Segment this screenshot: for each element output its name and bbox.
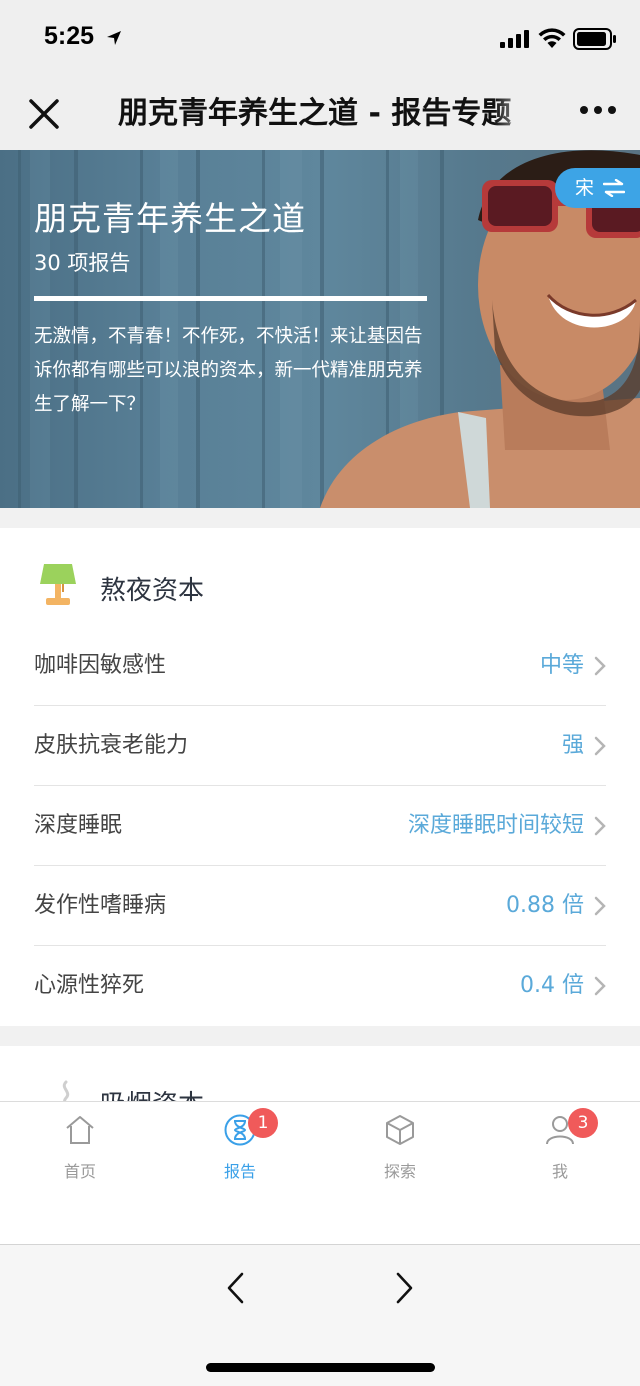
row-value: 深度睡眠时间较短 xyxy=(407,813,584,838)
status-bar: 5:25 xyxy=(0,0,640,80)
list-item[interactable]: 深度睡眠 深度睡眠时间较短 xyxy=(34,786,606,866)
smoke-icon xyxy=(62,1080,70,1102)
more-options-icon[interactable] xyxy=(578,106,618,120)
row-label: 心源性猝死 xyxy=(34,973,145,998)
section-title: 熬夜资本 xyxy=(100,576,205,606)
list-item[interactable]: 心源性猝死 0.4 倍 xyxy=(34,946,606,1026)
battery-icon xyxy=(573,28,616,50)
tab-explore[interactable]: 探索 xyxy=(320,1102,480,1202)
browser-toolbar xyxy=(0,1244,640,1386)
hero-banner: 朋克青年养生之道 30 项报告 无激情，不青春！不作死，不快活！来让基因告诉你都… xyxy=(0,150,640,508)
row-label: 深度睡眠 xyxy=(34,813,123,838)
wifi-icon xyxy=(538,28,566,48)
chevron-right-icon xyxy=(594,976,606,996)
list-item[interactable]: 咖啡因敏感性 中等 xyxy=(34,626,606,706)
list-item[interactable]: 皮肤抗衰老能力 强 xyxy=(34,706,606,786)
hero-description: 无激情，不青春！不作死，不快活！来让基因告诉你都有哪些可以浪的资本，新一代精准朋… xyxy=(34,326,423,415)
tab-label: 探索 xyxy=(383,1162,416,1181)
swap-icon xyxy=(603,179,625,197)
nav-bar: 朋克青年养生之道 - 报告专题 xyxy=(0,80,640,150)
page-title: 朋克青年养生之道 - 报告专题 xyxy=(118,96,512,131)
tab-home[interactable]: 首页 xyxy=(0,1102,160,1202)
chevron-right-icon xyxy=(594,896,606,916)
chevron-right-icon xyxy=(594,736,606,756)
tab-label: 报告 xyxy=(223,1162,256,1181)
tab-bar: 首页 报告 1 探索 我 3 xyxy=(0,1101,640,1244)
voice-label: 宋 xyxy=(575,177,595,199)
location-arrow-icon xyxy=(107,31,121,45)
chevron-right-icon xyxy=(594,656,606,676)
report-count: 30 项报告 xyxy=(34,251,131,275)
hero-divider xyxy=(34,296,427,301)
row-label: 咖啡因敏感性 xyxy=(34,653,167,678)
row-value: 0.88 倍 xyxy=(506,893,584,918)
cube-icon xyxy=(386,1115,414,1145)
home-indicator[interactable] xyxy=(206,1363,435,1372)
status-time: 5:25 xyxy=(44,22,95,50)
back-arrow-icon[interactable] xyxy=(226,1272,246,1304)
section-header: 熬夜资本 xyxy=(0,528,640,626)
cellular-signal-icon xyxy=(500,30,529,48)
tab-label: 首页 xyxy=(63,1162,96,1181)
section-gap xyxy=(0,508,640,528)
home-icon xyxy=(66,1116,94,1144)
row-value: 0.4 倍 xyxy=(520,973,584,998)
chevron-right-icon xyxy=(594,816,606,836)
hero-title: 朋克青年养生之道 xyxy=(34,199,306,238)
tab-report[interactable]: 报告 1 xyxy=(160,1102,320,1202)
close-icon[interactable] xyxy=(26,96,62,132)
section-gap xyxy=(0,1026,640,1046)
row-label: 皮肤抗衰老能力 xyxy=(34,733,189,758)
notification-badge: 1 xyxy=(248,1108,278,1138)
notification-badge: 3 xyxy=(568,1108,598,1138)
forward-arrow-icon[interactable] xyxy=(394,1272,414,1304)
tab-me[interactable]: 我 3 xyxy=(480,1102,640,1202)
title-fade xyxy=(494,92,538,136)
row-value: 强 xyxy=(561,733,584,758)
voice-switch-button[interactable]: 宋 xyxy=(555,168,640,208)
row-value: 中等 xyxy=(539,653,584,678)
lamp-icon xyxy=(40,564,76,605)
tab-label: 我 xyxy=(551,1162,568,1181)
row-label: 发作性嗜睡病 xyxy=(34,893,167,918)
list-item[interactable]: 发作性嗜睡病 0.88 倍 xyxy=(34,866,606,946)
next-section-header: 吸烟资本 xyxy=(0,1046,640,1102)
next-section-title: 吸烟资本 xyxy=(100,1084,204,1102)
